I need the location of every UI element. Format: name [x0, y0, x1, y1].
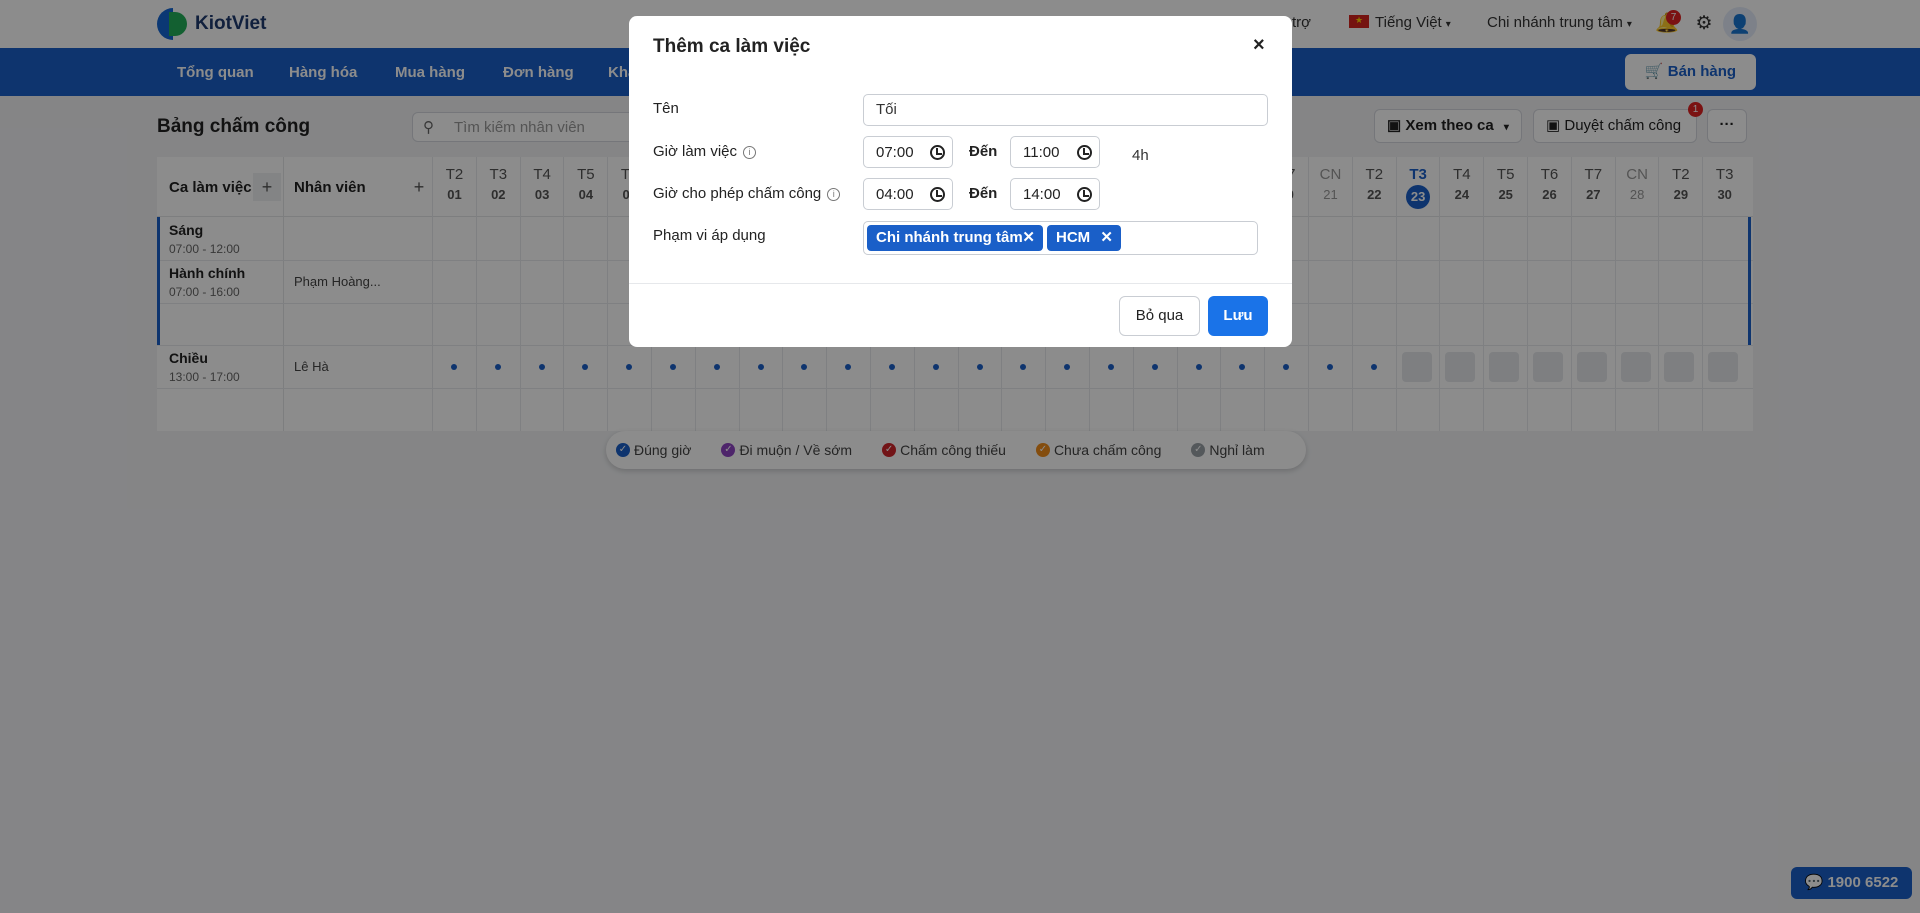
work-start-time[interactable]: 07:00 — [863, 136, 953, 168]
close-icon[interactable]: × — [1253, 34, 1265, 57]
to-label: Đến — [969, 185, 998, 202]
work-end-value: 11:00 — [1023, 144, 1060, 161]
work-start-value: 07:00 — [876, 144, 914, 161]
clock-icon — [930, 187, 945, 202]
scope-tag-input[interactable]: Chi nhánh trung tâm ✕ HCM ✕ — [863, 221, 1258, 255]
add-shift-dialog: Thêm ca làm việc × Tên Tối Giờ làm việc i… — [629, 16, 1292, 347]
checkin-start-time[interactable]: 04:00 — [863, 178, 953, 210]
scope-tag-label: HCM — [1056, 229, 1091, 246]
shift-name-input[interactable]: Tối — [863, 94, 1268, 126]
dialog-title: Thêm ca làm việc — [653, 36, 811, 57]
clock-icon — [930, 145, 945, 160]
scope-tag: Chi nhánh trung tâm ✕ — [867, 225, 1043, 251]
work-hours-label: Giờ làm việc i — [653, 143, 757, 160]
clock-icon — [1077, 145, 1092, 160]
clock-icon — [1077, 187, 1092, 202]
checkin-window-label-text: Giờ cho phép chấm công — [653, 185, 822, 202]
remove-tag-icon[interactable]: ✕ — [1100, 225, 1113, 251]
scope-tag-label: Chi nhánh trung tâm — [876, 229, 1023, 246]
scope-tag: HCM ✕ — [1047, 225, 1121, 251]
skip-button[interactable]: Bỏ qua — [1119, 296, 1200, 336]
save-button[interactable]: Lưu — [1208, 296, 1268, 336]
checkin-window-label: Giờ cho phép chấm công i — [653, 185, 841, 202]
dialog-divider — [629, 283, 1292, 284]
work-hours-label-text: Giờ làm việc — [653, 143, 738, 160]
work-end-time[interactable]: 11:00 — [1010, 136, 1100, 168]
info-icon[interactable]: i — [827, 188, 841, 201]
info-icon[interactable]: i — [743, 146, 757, 159]
name-label: Tên — [653, 100, 679, 117]
to-label: Đến — [969, 143, 998, 160]
remove-tag-icon[interactable]: ✕ — [1022, 225, 1035, 251]
checkin-end-value: 14:00 — [1023, 186, 1061, 203]
checkin-end-time[interactable]: 14:00 — [1010, 178, 1100, 210]
checkin-start-value: 04:00 — [876, 186, 914, 203]
scope-label: Phạm vi áp dụng — [653, 227, 766, 244]
work-duration: 4h — [1132, 147, 1149, 164]
